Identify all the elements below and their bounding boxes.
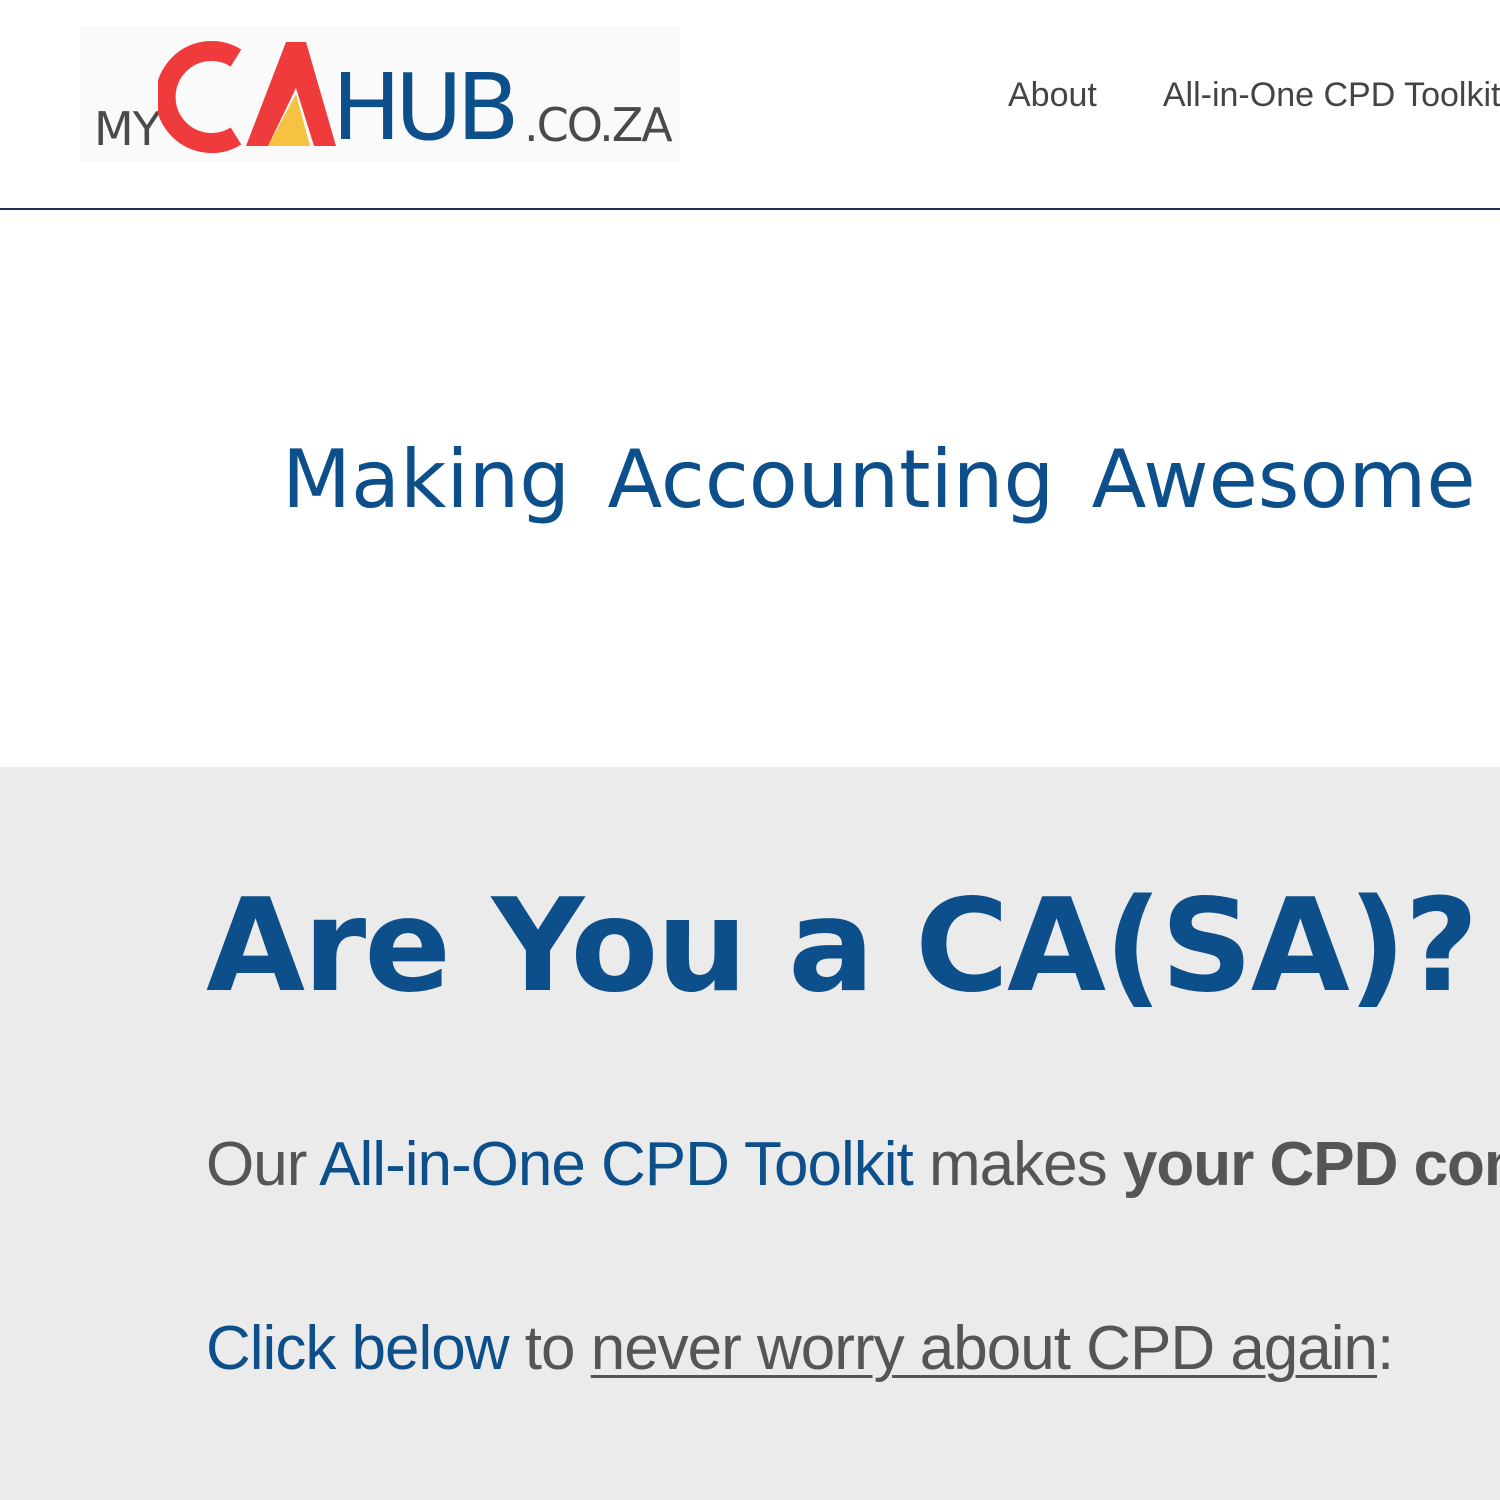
para1-text-makes: makes: [912, 1130, 1123, 1199]
site-logo[interactable]: MY HUB .CO.ZA: [80, 26, 680, 162]
nav-link-about[interactable]: About: [1008, 76, 1097, 115]
toolkit-paragraph: Our All-in-One CPD Toolkit makes your CP…: [206, 1125, 1500, 1205]
cta-colon: :: [1377, 1314, 1394, 1383]
site-header: MY HUB .CO.ZA About All-in-One CPD Toolk…: [0, 0, 1500, 210]
cta-text-to: to: [508, 1314, 591, 1383]
hero-section: Making Accounting Awesome: [0, 210, 1500, 767]
logo-ca-mark: [158, 41, 336, 153]
section-heading: Are You a CA(SA)?: [206, 872, 1479, 1021]
para1-text-cpd: your CPD comp: [1122, 1130, 1500, 1199]
para1-toolkit-name: All-in-One CPD Toolkit: [319, 1130, 914, 1199]
hero-tagline: Making Accounting Awesome: [282, 433, 1476, 526]
cta-paragraph: Click below to never worry about CPD aga…: [206, 1309, 1394, 1389]
logo-prefix: MY: [94, 102, 161, 156]
page: MY HUB .CO.ZA About All-in-One CPD Toolk…: [0, 0, 1500, 1500]
logo-hub-text: HUB: [332, 54, 520, 161]
nav-link-cpd-toolkit[interactable]: All-in-One CPD Toolkit: [1163, 76, 1500, 115]
cta-never-worry-link[interactable]: never worry about CPD again: [591, 1314, 1378, 1383]
para1-text-our: Our: [206, 1130, 320, 1199]
ca-section: Are You a CA(SA)? Our All-in-One CPD Too…: [0, 767, 1500, 1500]
cta-click-below: Click below: [206, 1314, 510, 1383]
logo-domain-suffix: .CO.ZA: [524, 98, 673, 152]
main-nav: About All-in-One CPD Toolkit: [1008, 76, 1500, 115]
